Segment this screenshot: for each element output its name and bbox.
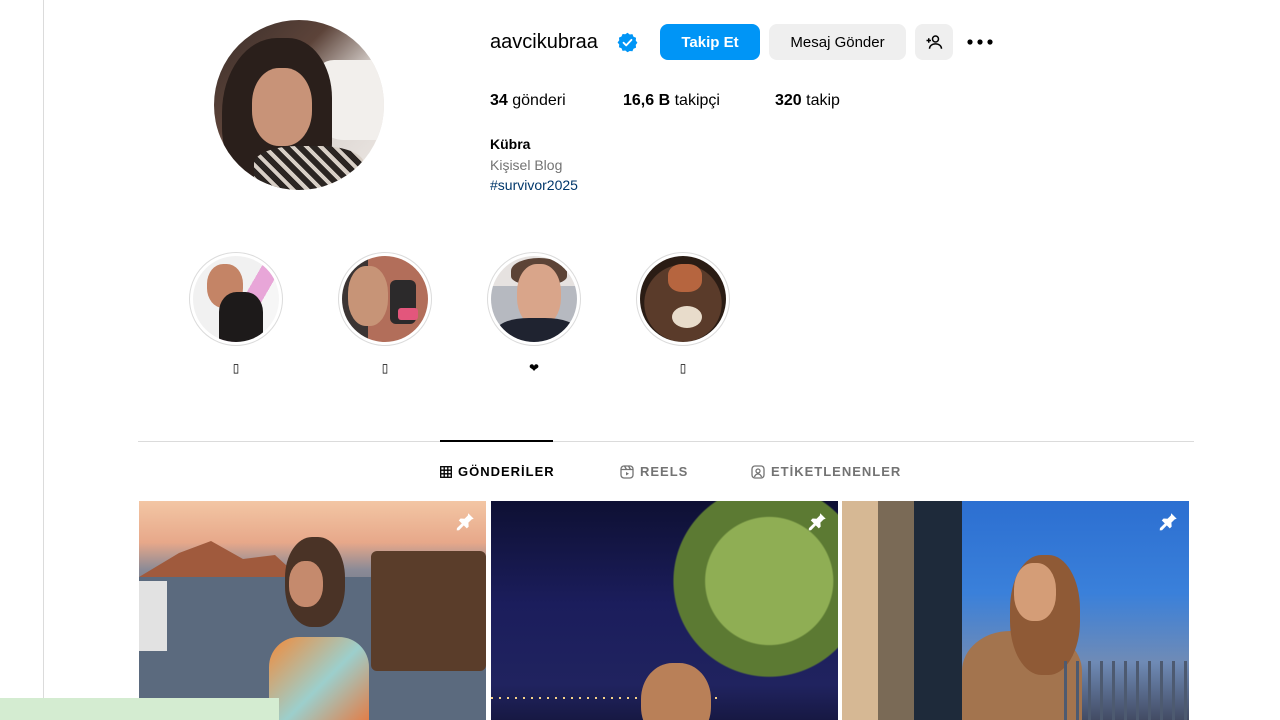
active-tab-indicator [440, 440, 553, 442]
highlight-cover [342, 256, 428, 342]
highlight-cover [640, 256, 726, 342]
highlight-cover [491, 256, 577, 342]
tab-posts[interactable]: GÖNDERİLER [440, 464, 555, 479]
avatar-photo-dress [254, 146, 364, 190]
grid-icon [440, 465, 452, 478]
profile-page: aavcikubraa Takip Et Mesaj Gönder 34 gön… [0, 0, 1280, 720]
tabs-divider [138, 441, 1194, 442]
highlight-label: ▯ [679, 361, 687, 375]
post-thumbnail[interactable] [139, 501, 486, 720]
posts-count: 34 [490, 92, 508, 109]
highlight-ring [636, 252, 730, 346]
pinned-post-icon [456, 513, 474, 531]
followers-stat[interactable]: 16,6 B takipçi [623, 92, 720, 110]
highlight-ring [487, 252, 581, 346]
post-thumbnail[interactable] [842, 501, 1189, 720]
posts-label: gönderi [512, 92, 566, 109]
following-label: takip [806, 92, 840, 109]
following-count: 320 [775, 92, 802, 109]
following-stat[interactable]: 320 takip [775, 92, 840, 110]
profile-avatar[interactable] [214, 20, 384, 190]
followers-count: 16,6 B [623, 92, 671, 109]
reels-icon [620, 464, 634, 479]
tab-posts-label: GÖNDERİLER [458, 464, 555, 479]
avatar-photo-face [252, 68, 312, 146]
tab-tagged[interactable]: ETİKETLENENLER [751, 464, 901, 479]
tagged-icon [751, 464, 765, 479]
more-options-button[interactable] [966, 30, 994, 54]
bottom-notification-bar [0, 698, 279, 720]
add-user-icon [926, 35, 943, 49]
highlight-ring [189, 252, 283, 346]
tab-tagged-label: ETİKETLENENLER [771, 464, 902, 479]
posts-stat: 34 gönderi [490, 92, 566, 110]
followers-label: takipçi [674, 92, 720, 109]
follow-button[interactable]: Takip Et [660, 24, 760, 60]
sidebar-divider [43, 0, 44, 720]
pinned-post-icon [1159, 513, 1177, 531]
profile-username: aavcikubraa [490, 31, 598, 53]
highlight-label: ▯ [232, 361, 240, 375]
story-highlight[interactable]: ❤ [487, 252, 581, 375]
highlight-cover [193, 256, 279, 342]
tab-reels[interactable]: REELS [620, 464, 688, 479]
story-highlight[interactable]: ▯ [338, 252, 432, 375]
tab-reels-label: REELS [640, 464, 689, 479]
more-dots-icon [967, 39, 993, 45]
bio-hashtag-link[interactable]: #survivor2025 [490, 177, 578, 193]
pinned-post-icon [808, 513, 826, 531]
highlight-label: ▯ [381, 361, 389, 375]
story-highlight[interactable]: ▯ [636, 252, 730, 375]
highlight-label: ❤ [528, 361, 540, 375]
message-button[interactable]: Mesaj Gönder [769, 24, 906, 60]
highlight-ring [338, 252, 432, 346]
post-thumbnail[interactable] [491, 501, 838, 720]
profile-category: Kişisel Blog [490, 157, 563, 173]
verified-badge-icon [617, 32, 638, 53]
suggest-users-button[interactable] [915, 24, 953, 60]
profile-full-name: Kübra [490, 136, 531, 152]
story-highlight[interactable]: ▯ [189, 252, 283, 375]
